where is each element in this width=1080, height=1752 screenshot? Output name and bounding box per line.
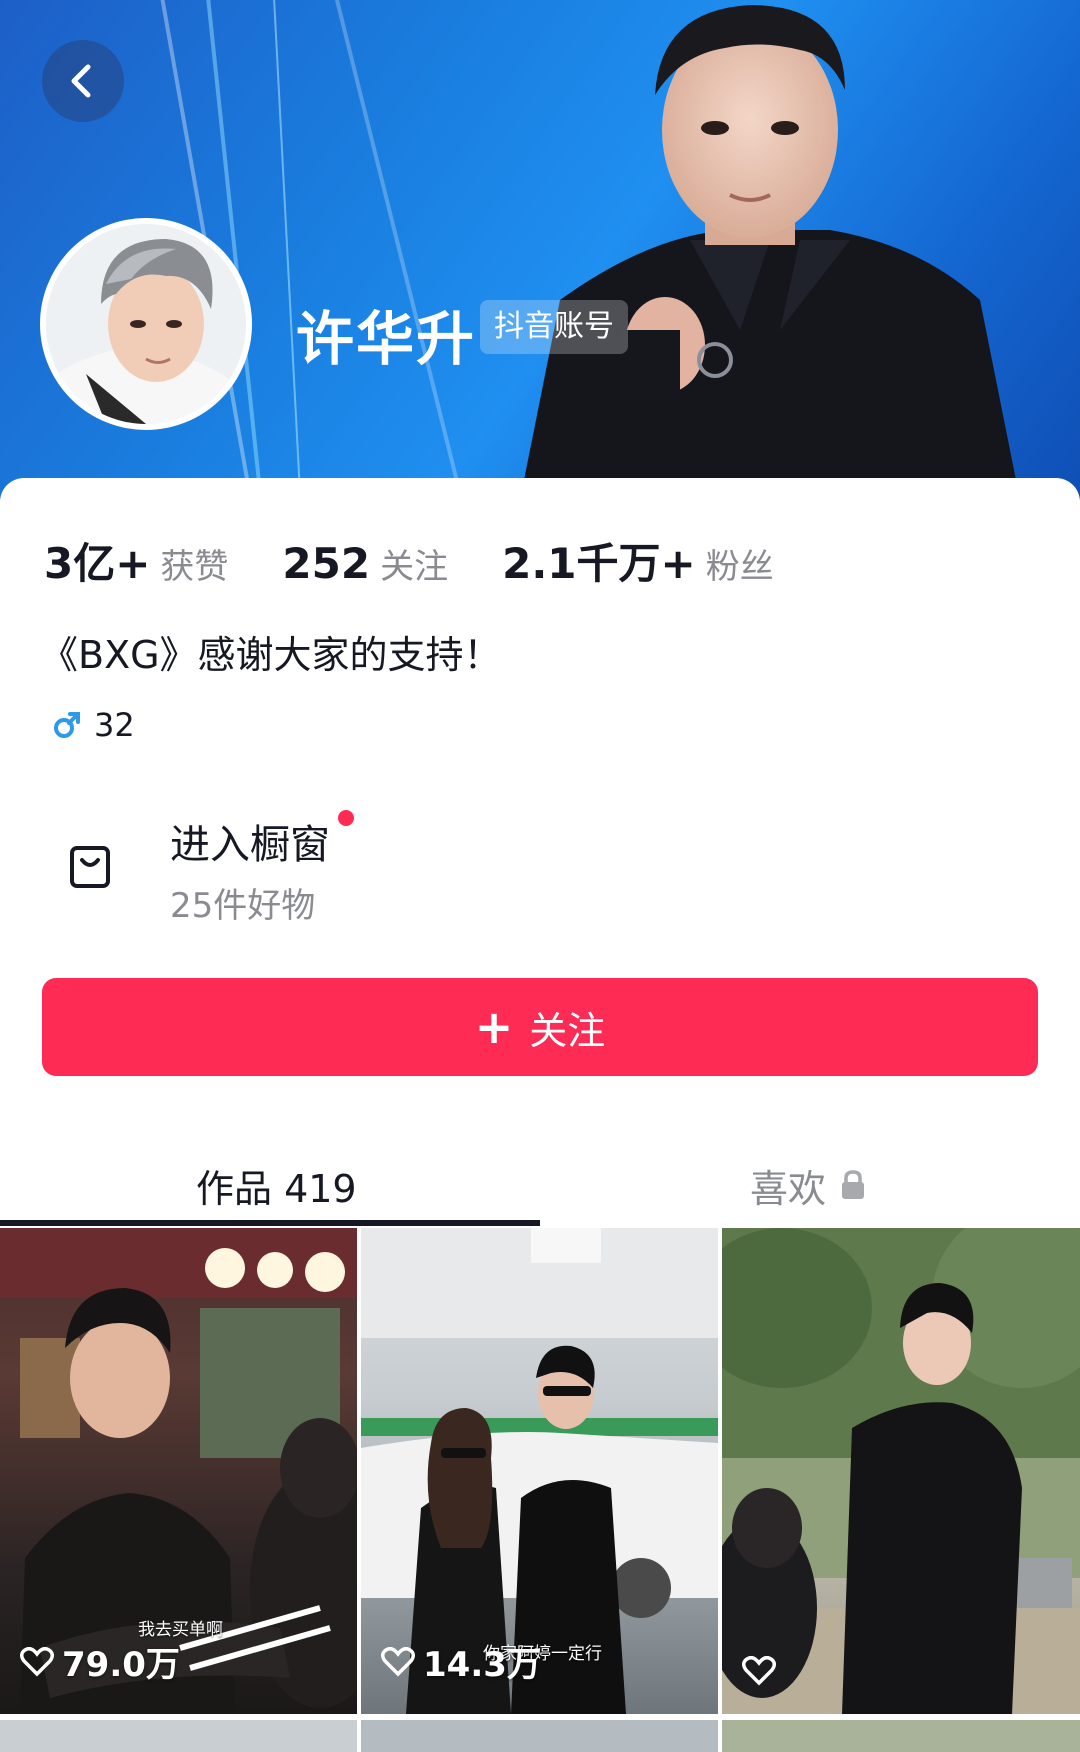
tab-works[interactable]: 作品 419 bbox=[196, 1140, 357, 1230]
banner-light-streak bbox=[320, 0, 479, 500]
profile-name: 许华升 bbox=[296, 305, 477, 373]
video-like-count: 14.3万 bbox=[381, 1637, 541, 1686]
like-count-text: 79.0万 bbox=[62, 1645, 180, 1685]
tab-likes[interactable]: 喜欢 bbox=[750, 1140, 866, 1230]
video-thumbnail-partial[interactable] bbox=[361, 1720, 718, 1752]
stat-likes[interactable]: 3亿+ 获赞 bbox=[44, 530, 228, 591]
stat-followers-value: 2.1千万+ bbox=[502, 539, 696, 588]
profile-banner: 许华升 抖音账号 bbox=[0, 0, 1080, 500]
video-grid: 我去买单啊 79.0万 你家阿婷一定行 14.3万 bbox=[0, 1228, 1080, 1752]
follow-button[interactable]: + 关注 bbox=[42, 978, 1038, 1076]
stat-followers-label: 粉丝 bbox=[705, 547, 774, 587]
video-cover-art bbox=[722, 1228, 1080, 1714]
shop-icon-wrap bbox=[68, 842, 112, 894]
video-thumbnail[interactable]: 我去买单啊 79.0万 bbox=[0, 1228, 357, 1714]
active-tab-indicator bbox=[0, 1220, 540, 1226]
notification-dot bbox=[338, 810, 354, 826]
video-thumbnail[interactable]: 你家阿婷一定行 14.3万 bbox=[361, 1228, 718, 1714]
stat-following-label: 关注 bbox=[380, 547, 449, 587]
follow-label: 关注 bbox=[529, 1008, 606, 1053]
stat-likes-label: 获赞 bbox=[160, 547, 229, 587]
stat-following[interactable]: 252 关注 bbox=[282, 539, 448, 588]
account-badge[interactable]: 抖音账号 bbox=[480, 300, 628, 354]
heart-icon bbox=[742, 1656, 776, 1686]
avatar[interactable] bbox=[40, 218, 252, 430]
tab-likes-label: 喜欢 bbox=[750, 1166, 827, 1211]
cover-photo bbox=[520, 5, 1020, 500]
video-thumbnail-partial[interactable] bbox=[0, 1720, 357, 1752]
heart-icon bbox=[20, 1646, 54, 1676]
stats-row: 3亿+ 获赞 252 关注 2.1千万+ 粉丝 bbox=[44, 530, 828, 591]
like-count-text: 14.3万 bbox=[423, 1645, 541, 1685]
heart-icon bbox=[381, 1646, 415, 1676]
back-arrow-icon bbox=[71, 64, 91, 98]
gender-age-tag: 32 bbox=[52, 706, 135, 744]
lock-icon bbox=[842, 1170, 865, 1199]
plus-icon: + bbox=[474, 1000, 514, 1054]
shopping-bag-icon bbox=[70, 846, 110, 888]
age-text: 32 bbox=[94, 706, 135, 744]
bio-text: 《BXG》感谢大家的支持！ bbox=[40, 633, 502, 677]
male-icon bbox=[54, 712, 80, 738]
stat-likes-value: 3亿+ bbox=[44, 539, 151, 588]
video-thumbnail-partial[interactable] bbox=[722, 1720, 1080, 1752]
stat-following-value: 252 bbox=[282, 539, 371, 588]
stat-followers[interactable]: 2.1千万+ 粉丝 bbox=[502, 530, 774, 591]
showcase-title: 进入橱窗 bbox=[170, 822, 330, 868]
avatar-image bbox=[46, 224, 246, 424]
showcase-entry[interactable]: 进入橱窗 25件好物 bbox=[40, 806, 1040, 926]
showcase-subtitle: 25件好物 bbox=[170, 886, 316, 926]
video-like-count: 79.0万 bbox=[20, 1637, 180, 1686]
tab-works-label: 作品 419 bbox=[196, 1166, 357, 1211]
banner-light-streak bbox=[270, 0, 306, 500]
back-button[interactable] bbox=[42, 40, 124, 122]
video-like-count bbox=[742, 1656, 784, 1686]
content-tabs: 作品 419 喜欢 bbox=[0, 1140, 1080, 1230]
video-thumbnail[interactable] bbox=[722, 1228, 1080, 1714]
